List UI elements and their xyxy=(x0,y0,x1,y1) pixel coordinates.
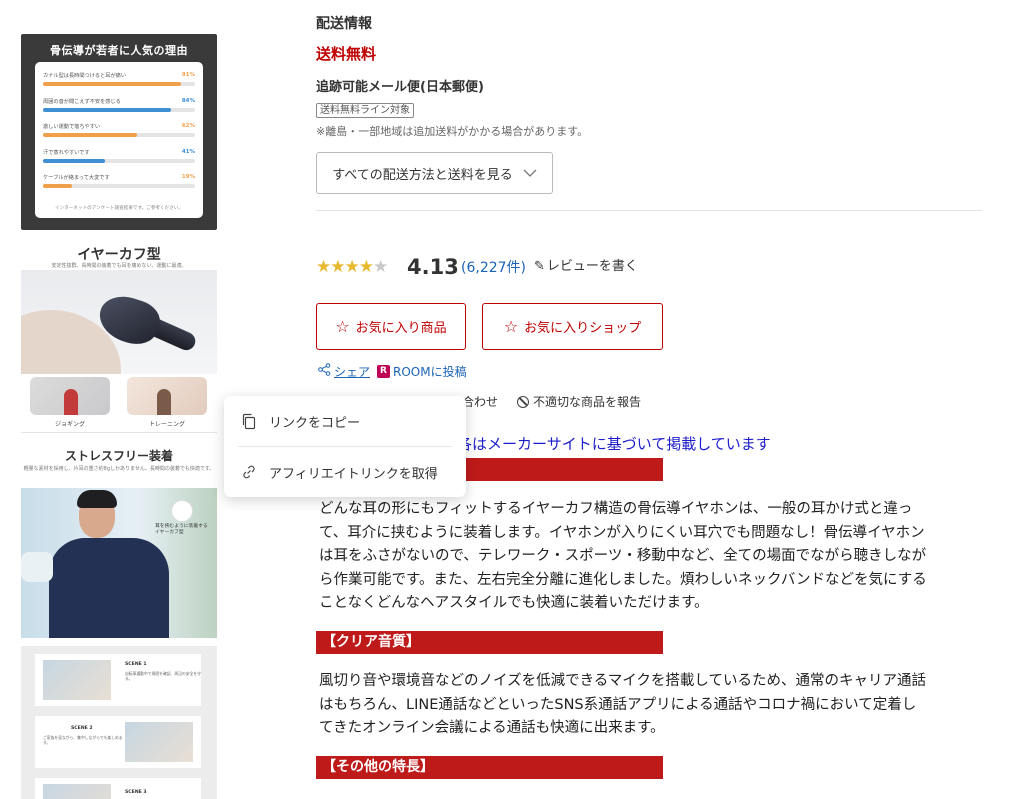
pencil-icon: ✎ xyxy=(534,259,545,274)
affiliate-link-menu-item[interactable]: アフィリエイトリンクを取得 xyxy=(224,447,466,497)
survey-row: カナル型は長時間つけると耳が痛い 91% xyxy=(43,72,195,98)
scene-card: SCENE 1 自転車通勤中で周囲を確認、周辺の安全を守る。 xyxy=(35,654,201,706)
earcuff-image[interactable] xyxy=(21,270,217,374)
survey-percent: 19% xyxy=(181,174,195,180)
share-link[interactable]: シェア xyxy=(334,364,370,380)
survey-percent: 91% xyxy=(181,72,195,78)
stressfree-image[interactable]: 耳を挟むように装着するイヤーカフ型 xyxy=(21,488,217,638)
survey-note: インターネットのアンケート調査結果です。ご参考ください。 xyxy=(55,206,183,211)
affiliate-link-label: アフィリエイトリンクを取得 xyxy=(269,466,438,482)
survey-percent: 84% xyxy=(181,97,195,104)
star-icon: ★ xyxy=(330,257,345,277)
section-header-clear-sound: 【クリア音質】 xyxy=(316,631,663,654)
write-review-link[interactable]: ✎ レビューを書く xyxy=(534,257,638,277)
survey-title: 骨伝導が若者に人気の理由 xyxy=(50,44,188,57)
training-image xyxy=(127,377,207,415)
write-review-label: レビューを書く xyxy=(546,259,638,274)
star-empty-icon: ★ xyxy=(373,257,388,277)
survey-percent: 41% xyxy=(181,148,195,155)
stressfree-subtitle: 軽量な素材を採用し、片耳の重さ約8gしかありません。長時間の装着でも快適です。 xyxy=(23,466,215,472)
copy-icon xyxy=(242,413,256,429)
rating-value: 4.13 xyxy=(407,255,459,279)
room-post-link[interactable]: ROOMに投稿 xyxy=(393,364,467,380)
copy-link-menu-item[interactable]: リンクをコピー xyxy=(224,396,466,446)
survey-bar xyxy=(43,133,138,137)
star-icon: ★ xyxy=(344,257,360,277)
shipping-tag: 送料無料ライン対象 xyxy=(316,103,414,118)
jogging-image xyxy=(30,377,110,415)
survey-row: 汗で蒸れやすいです 41% xyxy=(43,149,195,175)
room-icon: R xyxy=(377,365,391,378)
survey-label: 激しい運動で落ちやすい xyxy=(43,124,101,130)
survey-bar xyxy=(43,184,72,188)
shipping-method: 追跡可能メール便(日本郵便) xyxy=(316,80,484,95)
report-link[interactable]: 不適切な商品を報告 xyxy=(517,394,641,410)
favorite-shop-button[interactable]: ☆ お気に入りショップ xyxy=(482,303,663,350)
survey-row: 周囲の音が聞こえず不安を感じる 84% xyxy=(43,98,195,124)
prohibited-icon xyxy=(517,396,529,408)
share-icon xyxy=(318,363,331,380)
survey-row: 激しい運動で落ちやすい 62% xyxy=(43,123,195,149)
rating-stars: ★★★★★ xyxy=(316,256,388,278)
share-menu: リンクをコピー アフィリエイトリンクを取得 xyxy=(224,396,466,497)
section-header-other-features: 【その他の特長】 xyxy=(316,756,663,779)
scene-label-jogging: ジョギング xyxy=(54,421,85,428)
shipping-note: ※離島・一部地域は追加送料がかかる場合があります。 xyxy=(316,125,589,138)
favorite-item-label: お気に入り商品 xyxy=(355,321,447,336)
chevron-down-icon xyxy=(523,167,537,180)
description-paragraph-1: どんな耳の形にもフィットするイヤーカフ構造の骨伝導イヤホンは、一般の耳かけ式と違… xyxy=(319,501,927,611)
survey-percent: 62% xyxy=(181,123,195,129)
favorite-item-button[interactable]: ☆ お気に入り商品 xyxy=(316,303,466,350)
scene-card: SCENE 3 xyxy=(35,778,201,799)
maker-note: 各はメーカーサイトに基づいて掲載しています xyxy=(457,435,771,453)
earbud-bubble xyxy=(171,500,193,522)
review-count-link[interactable]: (6,227件) xyxy=(461,258,526,278)
survey-label: ケーブルが絡まって大変です xyxy=(43,175,110,181)
inquiry-link[interactable]: 合わせ xyxy=(462,394,498,410)
star-icon: ★ xyxy=(358,257,374,277)
survey-bar xyxy=(43,107,171,112)
earcuff-subtitle: 安定性抜群、長時間の装着でも耳を痛めない、運動に最適。 xyxy=(51,263,187,269)
scenes-image[interactable]: SCENE 1 自転車通勤中で周囲を確認、周辺の安全を守る。 SCENE 2 ご… xyxy=(21,646,217,799)
share-row: シェア R ROOMに投稿 xyxy=(318,363,467,380)
star-icon: ★ xyxy=(316,257,331,277)
star-outline-icon: ☆ xyxy=(503,317,519,336)
section-divider xyxy=(316,210,982,211)
survey-row: ケーブルが絡まって大変です 19% xyxy=(43,174,195,200)
link-icon xyxy=(243,465,255,479)
stressfree-title: ストレスフリー装着 xyxy=(64,449,173,463)
stressfree-caption: 耳を挟むように装着するイヤーカフ型 xyxy=(155,524,208,535)
all-shipping-methods-label: すべての配送方法と送料を見る xyxy=(332,167,513,183)
shipping-heading: 配送情報 xyxy=(316,16,372,32)
free-shipping-label: 送料無料 xyxy=(316,45,377,63)
report-label: 不適切な商品を報告 xyxy=(533,395,642,409)
scene-card: SCENE 2 ご家族を見ながら、集中しながらでも楽しめます。 xyxy=(35,716,201,768)
survey-label: カナル型は長時間つけると耳が痛い xyxy=(43,73,127,79)
favorite-shop-label: お気に入りショップ xyxy=(524,321,642,336)
survey-image[interactable]: 骨伝導が若者に人気の理由 カナル型は長時間つけると耳が痛い 91% 周囲の音が聞… xyxy=(21,34,217,230)
divider xyxy=(21,432,217,433)
earcuff-title: イヤーカフ型 xyxy=(77,247,161,263)
survey-bar xyxy=(43,158,106,163)
survey-bar xyxy=(43,82,182,86)
all-shipping-methods-button[interactable]: すべての配送方法と送料を見る xyxy=(316,152,553,194)
star-outline-icon: ☆ xyxy=(335,317,350,336)
survey-label: 周囲の音が聞こえず不安を感じる xyxy=(43,98,121,105)
image-gallery: 骨伝導が若者に人気の理由 カナル型は長時間つけると耳が痛い 91% 周囲の音が聞… xyxy=(0,0,230,799)
survey-card: カナル型は長時間つけると耳が痛い 91% 周囲の音が聞こえず不安を感じる 84%… xyxy=(35,62,203,218)
scene-label-training: トレーニング xyxy=(148,421,185,428)
copy-link-label: リンクをコピー xyxy=(269,415,361,431)
description-paragraph-2: 風切り音や環境音などのノイズを低減できるマイクを搭載しているため、通常のキャリア… xyxy=(319,673,926,736)
survey-label: 汗で蒸れやすいです xyxy=(43,149,90,156)
